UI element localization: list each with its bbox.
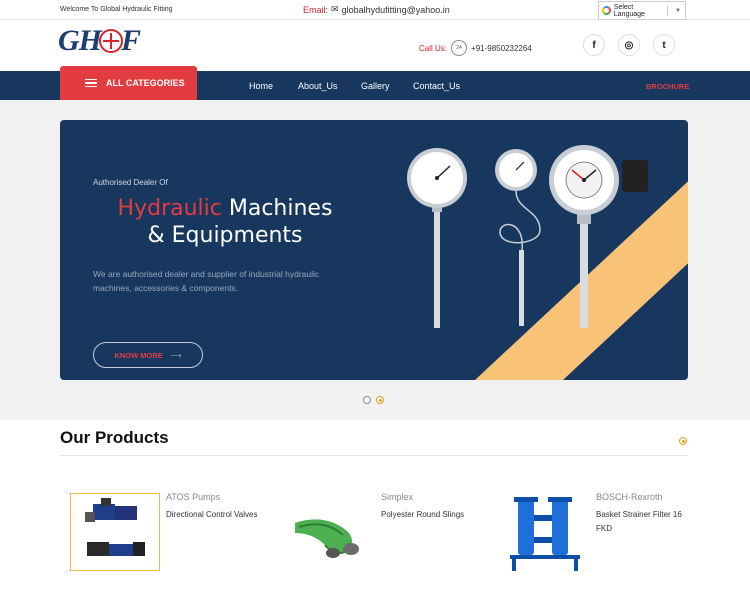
call-label: Call Us: — [419, 43, 448, 53]
products-heading: Our Products — [60, 428, 169, 447]
phone-number[interactable]: +91-9850232264 — [471, 44, 532, 53]
nav-gallery[interactable]: Gallery — [361, 81, 390, 91]
email-contact[interactable]: Email: ✉ globalhydufitting@yahoo.in — [303, 4, 450, 15]
product-name[interactable]: Simplex — [381, 492, 413, 502]
product-image-filter[interactable] — [500, 493, 590, 571]
hero-title-highlight: Hydraulic — [117, 196, 222, 221]
brochure-link[interactable]: BROCHURE — [646, 82, 689, 91]
know-more-button[interactable]: KNOW MORE ⟶ — [93, 342, 203, 368]
welcome-text: Welcome To Global Hydraulic Fitting — [60, 6, 173, 13]
hero-eyebrow: Authorised Dealer Of — [93, 178, 168, 187]
globe-icon — [99, 29, 124, 53]
menu-icon — [85, 79, 97, 87]
call-us: Call Us: 24 +91-9850232264 — [419, 40, 532, 56]
hero-title-rest: Machines — [221, 196, 333, 221]
product-card-bosch[interactable]: BOSCH-Rexroth Basket Strainer Filter 16 … — [500, 490, 700, 580]
dropdown-arrow-icon: ▼ — [675, 7, 681, 14]
product-description: Directional Control Valves — [166, 510, 258, 519]
product-description: Basket Strainer Filter 16 FKD — [596, 510, 682, 533]
facebook-icon[interactable]: f — [583, 34, 605, 56]
instagram-icon[interactable]: ◎ — [618, 34, 640, 56]
product-card-simplex[interactable]: Simplex Polyester Round Slings — [285, 490, 485, 580]
site-logo[interactable]: GHF — [58, 24, 141, 58]
know-more-label: KNOW MORE — [114, 350, 163, 360]
language-select-label: Select Language — [613, 3, 645, 18]
nav-home[interactable]: Home — [249, 81, 273, 91]
top-bar: Welcome To Global Hydraulic Fitting Emai… — [0, 0, 750, 20]
gauge-3 — [549, 145, 648, 328]
google-icon — [602, 6, 611, 15]
hero-description: We are authorised dealer and supplier of… — [93, 269, 320, 293]
all-categories-button[interactable]: ALL CATEGORIES — [60, 66, 197, 100]
email-label: Email: — [303, 4, 329, 15]
product-image-valves[interactable] — [70, 493, 160, 571]
gauge-1 — [407, 148, 467, 328]
nav-contact-us[interactable]: Contact_Us — [413, 81, 460, 91]
envelope-icon: ✉ — [331, 4, 339, 14]
gauge-2 — [495, 149, 541, 326]
twitter-icon[interactable]: t — [653, 34, 675, 56]
product-name[interactable]: BOSCH-Rexroth — [596, 492, 663, 502]
product-description: Polyester Round Slings — [381, 510, 465, 519]
nav-about-us[interactable]: About_Us — [298, 81, 338, 91]
product-card-atos[interactable]: ATOS Pumps Directional Control Valves — [70, 490, 270, 580]
site-header: GHF Call Us: 24 +91-9850232264 f ◎ t — [0, 20, 750, 71]
all-categories-label: ALL CATEGORIES — [106, 78, 185, 88]
email-address[interactable]: globalhydufitting@yahoo.in — [342, 5, 450, 15]
pressure-gauges-image — [407, 145, 648, 328]
hero-title-line2: & Equipments — [147, 223, 303, 248]
hero-title: Hydraulic Machines & Equipments — [60, 195, 390, 249]
product-name[interactable]: ATOS Pumps — [166, 492, 220, 502]
product-image-slings[interactable] — [285, 493, 375, 571]
phone-24-icon: 24 — [451, 40, 468, 56]
arrow-right-icon: ⟶ — [170, 350, 182, 360]
carousel-dot-1[interactable] — [363, 396, 371, 404]
carousel-dot-2[interactable] — [376, 396, 384, 404]
products-carousel-dot[interactable] — [679, 437, 687, 445]
products-divider — [60, 455, 688, 456]
language-select[interactable]: Select Language ▼ — [598, 1, 686, 20]
